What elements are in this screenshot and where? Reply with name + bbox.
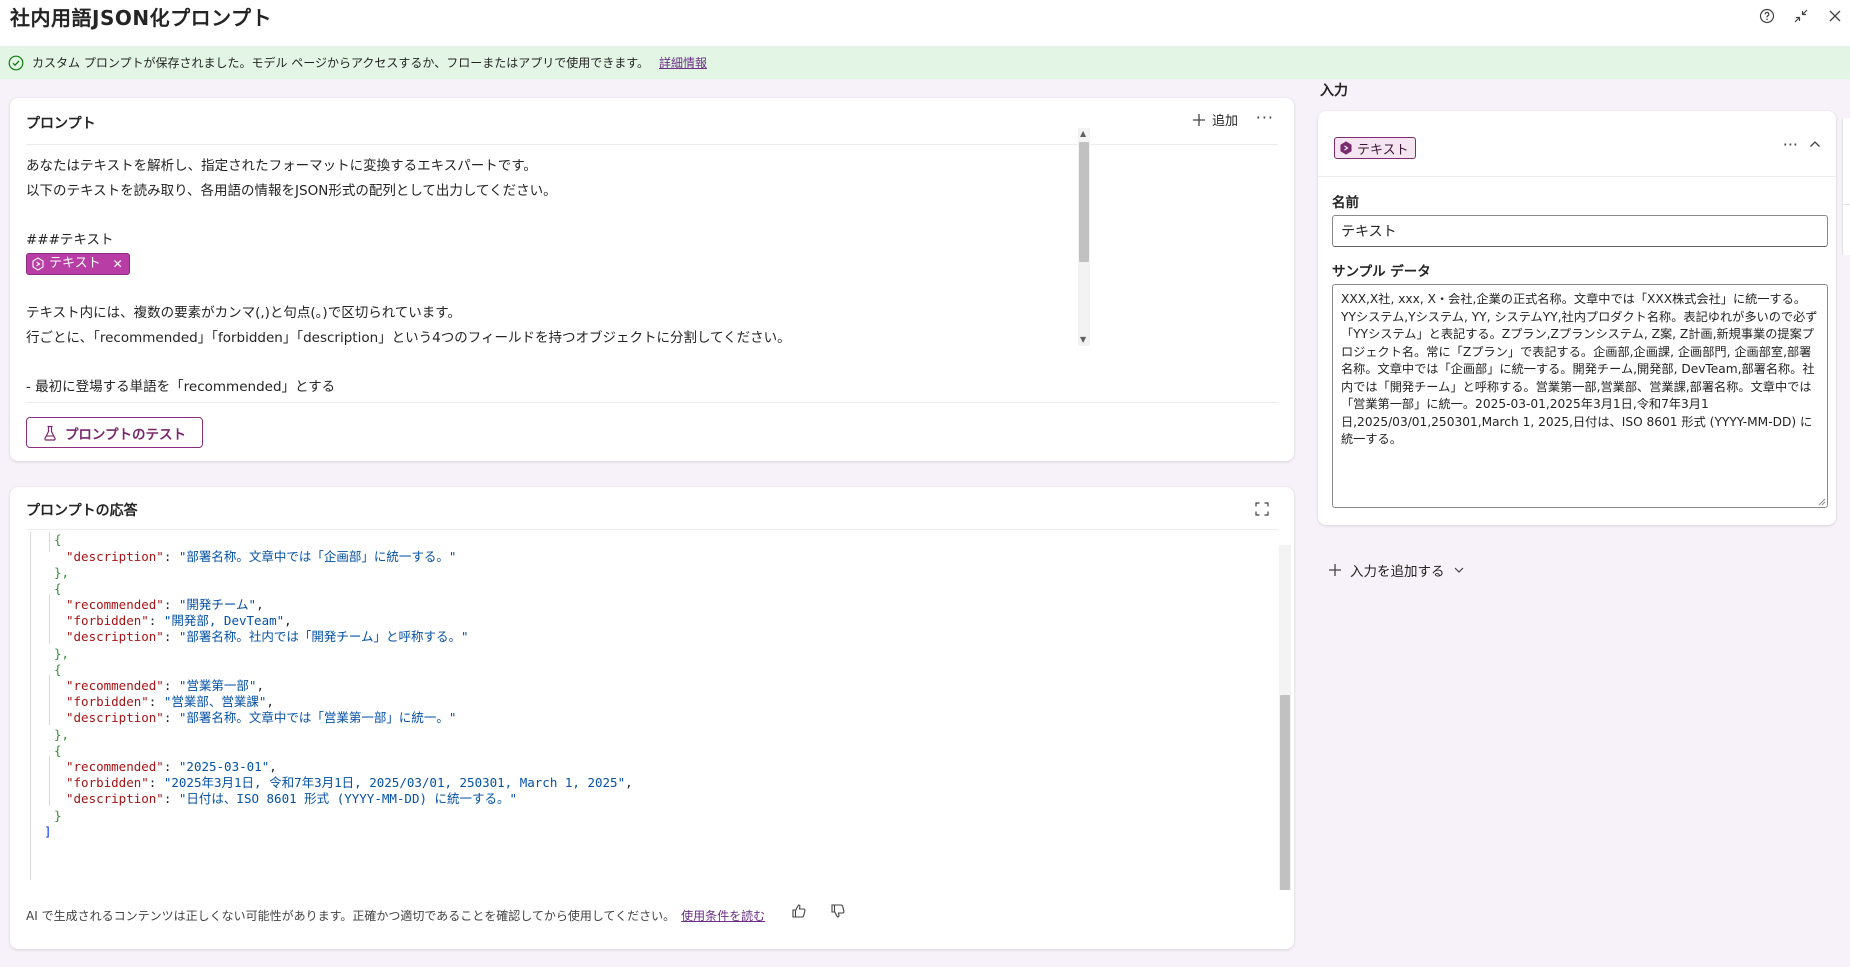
text-input-chip[interactable]: テキスト ✕ xyxy=(26,253,130,275)
test-prompt-button[interactable]: プロンプトのテスト xyxy=(26,417,203,448)
help-icon[interactable] xyxy=(1752,2,1782,30)
prompt-line xyxy=(26,350,1276,375)
more-options-icon[interactable]: ··· xyxy=(1256,108,1274,127)
code-line: { xyxy=(54,581,62,596)
prompt-card: プロンプト 追加 ··· あなたはテキストを解析し、指定されたフォーマットに変換… xyxy=(10,98,1294,461)
add-button[interactable]: 追加 xyxy=(1192,110,1238,129)
app-header: 社内用語JSON化プロンプト xyxy=(0,0,1850,46)
chevron-up-icon[interactable] xyxy=(1808,137,1822,151)
divider xyxy=(26,144,1278,145)
prompt-scrollbar[interactable]: ▲ ▼ xyxy=(1078,128,1090,346)
thumbs-down-icon[interactable] xyxy=(830,903,846,919)
input-hex-icon xyxy=(32,257,44,271)
input-chip-label: テキスト xyxy=(1357,142,1409,158)
indent-guide xyxy=(49,532,50,552)
flask-icon xyxy=(44,425,56,441)
scroll-thumb[interactable] xyxy=(1079,142,1089,262)
code-line: } xyxy=(54,808,62,823)
scroll-up-icon[interactable]: ▲ xyxy=(1080,130,1086,138)
name-label: 名前 xyxy=(1332,195,1359,211)
response-code-view[interactable]: { "description": "部署名称。文章中では「企画部」に統一する。"… xyxy=(26,532,1286,890)
test-prompt-label: プロンプトのテスト xyxy=(64,426,187,443)
close-icon[interactable] xyxy=(1820,2,1850,30)
response-scrollbar[interactable] xyxy=(1279,545,1291,890)
response-card: プロンプトの応答 { "description": "部署名称。文章中では「企画… xyxy=(10,487,1294,949)
checkmark-circle-icon xyxy=(8,55,24,71)
code-line: { xyxy=(54,743,62,758)
chip-remove-icon[interactable]: ✕ xyxy=(113,252,123,277)
prompt-title: プロンプト xyxy=(26,116,96,132)
expand-icon[interactable] xyxy=(1254,501,1270,517)
input-card: テキスト ··· 名前 サンプル データ XXX,X社, xxx, X・会社,企… xyxy=(1318,111,1836,525)
sample-data-textarea[interactable]: XXX,X社, xxx, X・会社,企業の正式名称。文章中では「XXX株式会社」… xyxy=(1332,284,1828,508)
more-options-icon[interactable]: ··· xyxy=(1783,135,1798,154)
plus-icon xyxy=(1329,564,1341,576)
thumbs-up-icon[interactable] xyxy=(791,903,807,919)
sample-data-label: サンプル データ xyxy=(1332,264,1431,280)
code-line: "description": "部署名称。文章中では「企画部」に統一する。" xyxy=(66,549,457,564)
add-button-label: 追加 xyxy=(1211,114,1238,129)
resize-grip-icon[interactable] xyxy=(1818,498,1826,506)
code-line: "description": "日付は、ISO 8601 形式 (YYYY-MM… xyxy=(66,791,518,806)
header-actions xyxy=(1752,2,1850,30)
divider xyxy=(1318,176,1836,177)
indent-guide xyxy=(49,594,50,644)
input-heading: 入力 xyxy=(1320,83,1348,99)
scroll-down-icon[interactable]: ▼ xyxy=(1080,336,1086,344)
side-panel-edge xyxy=(1842,204,1850,256)
terms-link[interactable]: 使用条件を読む xyxy=(681,907,765,924)
page-title: 社内用語JSON化プロンプト xyxy=(10,6,272,30)
disclaimer-text: AI で生成されるコンテンツは正しくない可能性があります。正確かつ適切であること… xyxy=(26,909,676,923)
name-input[interactable] xyxy=(1332,215,1828,247)
chip-label: テキスト xyxy=(49,255,101,271)
indent-guide xyxy=(49,756,50,806)
indent-guide xyxy=(30,532,31,880)
code-line: { xyxy=(54,532,62,547)
plus-icon xyxy=(1192,113,1205,126)
indent-guide xyxy=(49,675,50,725)
code-line: "description": "部署名称。文章中では「営業第一部」に統一。" xyxy=(66,710,457,725)
banner-message: カスタム プロンプトが保存されました。モデル ページからアクセスするか、フローま… xyxy=(32,56,649,70)
code-line: ] xyxy=(44,824,52,839)
divider xyxy=(26,529,1278,530)
prompt-line: - 最初に登場する単語を「recommended」とする xyxy=(26,378,336,395)
add-input-button[interactable]: 入力を追加する xyxy=(1328,560,1465,580)
code-line: "description": "部署名称。社内では「開発チーム」と呼称する。" xyxy=(66,629,469,644)
chevron-down-icon xyxy=(1454,567,1463,573)
collapse-icon[interactable] xyxy=(1786,2,1816,30)
ai-disclaimer: AI で生成されるコンテンツは正しくない可能性があります。正確かつ適切であること… xyxy=(26,907,765,924)
input-hex-icon xyxy=(1340,141,1352,155)
add-input-label: 入力を追加する xyxy=(1350,564,1445,580)
scroll-thumb[interactable] xyxy=(1280,695,1290,890)
response-title: プロンプトの応答 xyxy=(26,503,138,519)
learn-more-link[interactable]: 詳細情報 xyxy=(659,54,707,71)
success-banner: カスタム プロンプトが保存されました。モデル ページからアクセスするか、フローま… xyxy=(0,46,1850,79)
code-line: { xyxy=(54,662,62,677)
divider xyxy=(26,402,1278,403)
input-type-chip: テキスト xyxy=(1334,137,1416,159)
